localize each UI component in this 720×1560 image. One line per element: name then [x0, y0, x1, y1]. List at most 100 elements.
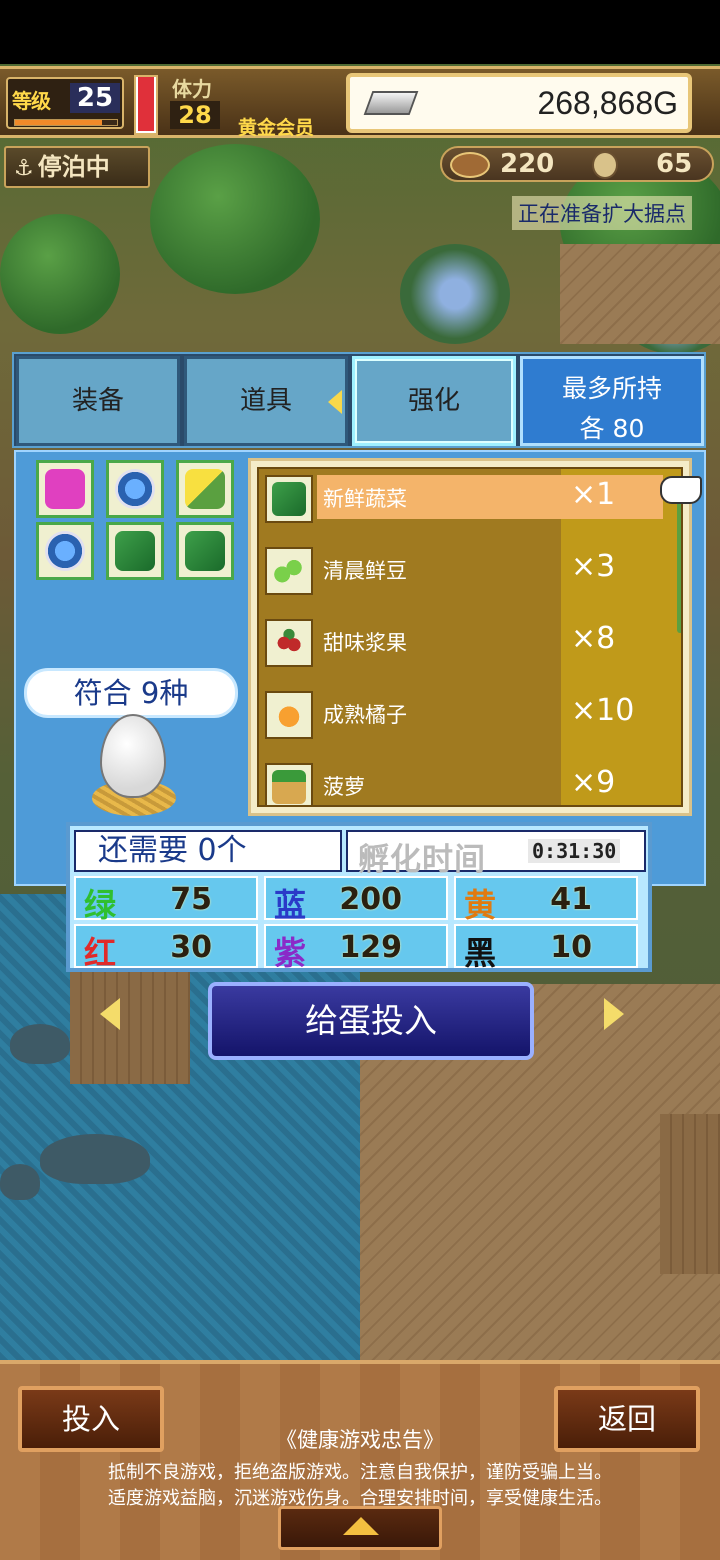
max-hold-count: 各 80	[579, 414, 645, 443]
hatch-time-value: 0:31:30	[528, 839, 621, 863]
stat-red: 红 30	[74, 924, 258, 972]
category-tabs: 装备 道具 强化 最多所持 各 80	[12, 352, 706, 448]
item-qty: ×8	[571, 621, 616, 656]
item-icon-frame	[265, 619, 313, 667]
stat-yellow: 黄 41	[454, 876, 638, 924]
item-icon-frame	[265, 475, 313, 523]
max-hold-info: 最多所持 各 80	[520, 356, 704, 446]
tree	[0, 214, 120, 334]
list-item[interactable]: 清晨鲜豆 ×3	[259, 541, 681, 607]
preference-slot[interactable]	[106, 522, 164, 580]
tent	[560, 244, 720, 344]
level-value: 25	[70, 83, 120, 113]
preference-slot[interactable]	[176, 460, 234, 518]
status-note[interactable]: 正在准备扩大据点	[512, 196, 692, 230]
item-icon-frame	[265, 763, 313, 805]
feed-egg-button[interactable]: 给蛋投入	[208, 982, 534, 1060]
exp-bar	[14, 119, 118, 126]
stat-value: 75	[170, 882, 212, 917]
list-item[interactable]: 甜味浆果 ×8	[259, 613, 681, 679]
item-qty: ×3	[571, 549, 616, 584]
health-advisory-title: 《健康游戏忠告》	[276, 1428, 444, 1452]
tab-enhance[interactable]: 强化	[352, 356, 516, 446]
item-qty: ×1	[571, 477, 616, 512]
top-hud: 等级 25 体力 28 黄金会员 268,868G	[0, 66, 720, 139]
stat-value: 129	[339, 930, 402, 965]
level-box: 等级 25	[6, 77, 124, 129]
stat-purple: 紫 129	[264, 924, 448, 972]
item-name: 清晨鲜豆	[323, 559, 407, 583]
hatch-time-label: 孵化时间	[358, 842, 486, 878]
rock	[40, 1134, 150, 1184]
glove-icon	[185, 531, 225, 571]
stat-value: 10	[550, 930, 592, 965]
anchor-status[interactable]: ⚓ 停泊中	[4, 146, 150, 188]
stat-black: 黑 10	[454, 924, 638, 972]
preference-slot[interactable]	[176, 522, 234, 580]
list-item[interactable]: 菠萝 ×9	[259, 757, 681, 805]
tree	[150, 144, 320, 294]
tab-equipment[interactable]: 装备	[16, 356, 180, 446]
resource-box[interactable]: 220 65	[440, 146, 714, 182]
preference-slot[interactable]	[36, 460, 94, 518]
resource-meat-value: 220	[500, 149, 555, 179]
max-hold-title: 最多所持	[561, 374, 662, 403]
list-item[interactable]: 新鲜蔬菜 ×1	[259, 469, 681, 535]
rock	[0, 1164, 40, 1200]
meat-icon	[450, 152, 490, 178]
orange-icon	[272, 698, 306, 732]
level-label: 等级	[12, 89, 51, 113]
item-name: 新鲜蔬菜	[323, 487, 407, 511]
egg-stats: 还需要 0个 孵化时间 0:31:30 绿 75 蓝 200 黄 41 红 30…	[66, 822, 652, 972]
silver-bar-icon	[363, 91, 419, 115]
gold-value: 268,868G	[537, 85, 678, 121]
corn-icon	[185, 469, 225, 509]
item-list: 新鲜蔬菜 ×1 清晨鲜豆 ×3 甜味浆果 ×8 成熟橘子 ×10 菠萝 ×9	[248, 458, 692, 816]
stat-name: 黑	[464, 934, 497, 972]
gold-display[interactable]: 268,868G	[346, 73, 692, 133]
stamina-value: 28	[170, 101, 220, 129]
stat-blue: 蓝 200	[264, 876, 448, 924]
stamina-gauge	[134, 75, 158, 135]
item-list-body: 新鲜蔬菜 ×1 清晨鲜豆 ×3 甜味浆果 ×8 成熟橘子 ×10 菠萝 ×9	[257, 467, 683, 807]
glove-icon	[115, 531, 155, 571]
preference-slot[interactable]	[106, 460, 164, 518]
chevron-up-icon	[343, 1517, 379, 1535]
list-item[interactable]: 成熟橘子 ×10	[259, 685, 681, 751]
stat-value: 30	[170, 930, 212, 965]
exp-bar-fill	[15, 120, 102, 125]
stat-name: 红	[84, 934, 117, 972]
stat-value: 200	[339, 882, 402, 917]
ribbon-icon	[45, 469, 85, 509]
needed-count: 还需要 0个	[74, 830, 342, 872]
collapse-button[interactable]	[278, 1506, 442, 1550]
stat-name: 蓝	[274, 886, 307, 924]
pointer-hand-icon	[660, 476, 702, 504]
stat-name: 黄	[464, 886, 497, 924]
stat-value: 41	[550, 882, 592, 917]
anchor-icon: ⚓	[14, 156, 34, 181]
anchor-status-label: 停泊中	[37, 153, 110, 181]
health-advisory-line: 抵制不良游戏，拒绝盗版游戏。注意自我保护，谨防受骗上当。	[108, 1462, 612, 1483]
tab-prev-arrow-icon[interactable]	[328, 390, 342, 414]
item-qty: ×10	[571, 693, 635, 728]
list-scrollbar[interactable]	[677, 483, 681, 633]
next-arrow-icon[interactable]	[604, 998, 624, 1030]
stat-name: 紫	[274, 934, 307, 972]
preference-slot[interactable]	[36, 522, 94, 580]
peas-icon	[272, 554, 306, 588]
rock	[10, 1024, 70, 1064]
hatch-time-box: 孵化时间 0:31:30	[346, 830, 646, 878]
tab-items[interactable]: 道具	[184, 356, 348, 446]
blue-egg-icon	[45, 531, 85, 571]
stat-green: 绿 75	[74, 876, 258, 924]
bottom-bar: 投入 返回 《健康游戏忠告》 抵制不良游戏，拒绝盗版游戏。注意自我保护，谨防受骗…	[0, 1360, 720, 1560]
stat-name: 绿	[84, 886, 117, 924]
stamina-label: 体力	[172, 77, 212, 101]
prev-arrow-icon[interactable]	[100, 998, 120, 1030]
item-name: 成熟橘子	[323, 703, 407, 727]
flower-bush	[400, 244, 510, 344]
item-icon-frame	[265, 691, 313, 739]
resource-coin-value: 65	[656, 149, 693, 179]
pineapple-icon	[272, 770, 306, 804]
